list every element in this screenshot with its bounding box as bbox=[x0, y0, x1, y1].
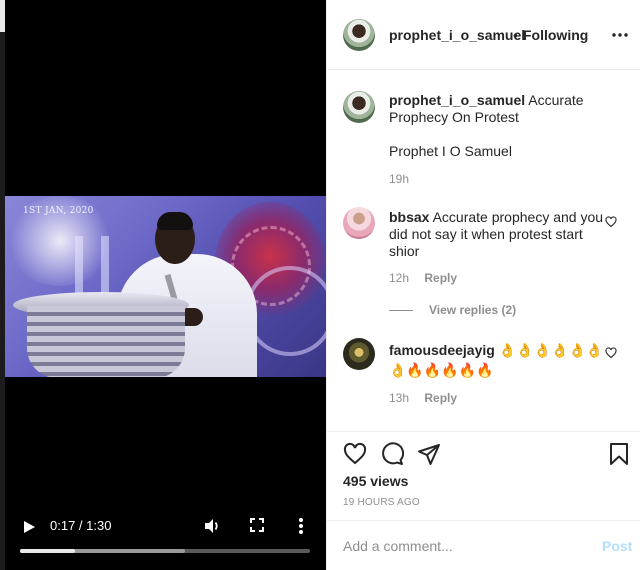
reply-button[interactable]: Reply bbox=[424, 271, 457, 285]
caption: prophet_i_o_samuel Accurate Prophecy On … bbox=[389, 92, 609, 126]
caption-timestamp: 19h bbox=[389, 172, 410, 186]
caption-time: 19h bbox=[389, 172, 409, 186]
reply-button[interactable]: Reply bbox=[424, 391, 457, 405]
post-actions: 495 views 19 HOURS AGO bbox=[327, 431, 640, 517]
view-replies-button[interactable]: View replies (2) bbox=[389, 303, 516, 317]
video-date-stamp: 1ST JAN, 2020 bbox=[23, 206, 94, 216]
post-header: prophet_i_o_samuel • Following bbox=[327, 0, 640, 70]
more-vertical-icon[interactable] bbox=[298, 517, 304, 535]
heart-icon[interactable] bbox=[343, 442, 367, 466]
podium bbox=[27, 306, 185, 377]
separator-dot: • bbox=[513, 27, 518, 43]
progress-played bbox=[20, 549, 76, 553]
comment-box: Post bbox=[327, 520, 640, 570]
fullscreen-icon[interactable] bbox=[250, 518, 264, 532]
share-icon[interactable] bbox=[417, 442, 441, 466]
avatar[interactable] bbox=[343, 91, 375, 123]
video-frame[interactable]: 1ST JAN, 2020 bbox=[5, 196, 326, 377]
comment-username[interactable]: famousdeejayig bbox=[389, 342, 495, 358]
heart-icon[interactable] bbox=[605, 216, 617, 228]
heart-icon[interactable] bbox=[605, 347, 617, 359]
divider-line bbox=[389, 310, 413, 312]
comment-meta: 12h Reply bbox=[389, 271, 457, 285]
author-username[interactable]: prophet_i_o_samuel bbox=[389, 27, 525, 43]
post-panel: prophet_i_o_samuel • Following prophet_i… bbox=[326, 0, 640, 570]
comment-item: famousdeejayig 👌👌👌👌👌👌👌🔥🔥🔥🔥🔥 bbox=[389, 340, 609, 380]
comments-list: prophet_i_o_samuel Accurate Prophecy On … bbox=[327, 71, 640, 431]
post-timestamp: 19 HOURS AGO bbox=[343, 497, 420, 508]
video-player[interactable]: 1ST JAN, 2020 0:17 / 1:30 bbox=[0, 0, 326, 570]
comment-timestamp: 13h bbox=[389, 391, 410, 405]
post-button[interactable]: Post bbox=[602, 538, 632, 554]
video-controls: 0:17 / 1:30 bbox=[0, 506, 326, 570]
video-progress-bar[interactable] bbox=[20, 549, 310, 553]
video-time: 0:17 / 1:30 bbox=[50, 518, 112, 533]
avatar[interactable] bbox=[343, 19, 375, 51]
bookmark-icon[interactable] bbox=[607, 442, 631, 466]
caption-username[interactable]: prophet_i_o_samuel bbox=[389, 92, 525, 108]
more-horizontal-icon[interactable] bbox=[611, 26, 629, 44]
avatar[interactable] bbox=[343, 338, 375, 370]
comment-icon[interactable] bbox=[380, 442, 404, 466]
comment-timestamp: 12h bbox=[389, 271, 410, 285]
comment-input[interactable] bbox=[343, 535, 583, 557]
comment-item: bbsax Accurate prophecy and you did not … bbox=[389, 209, 609, 260]
avatar[interactable] bbox=[343, 207, 375, 239]
view-replies-label: View replies (2) bbox=[429, 303, 517, 317]
speaker-hair bbox=[157, 212, 193, 230]
comment-meta: 13h Reply bbox=[389, 391, 457, 405]
comment-username[interactable]: bbsax bbox=[389, 209, 429, 225]
view-count[interactable]: 495 views bbox=[343, 473, 408, 489]
caption-signature: Prophet I O Samuel bbox=[389, 143, 512, 159]
volume-icon[interactable] bbox=[203, 517, 221, 535]
play-icon[interactable] bbox=[22, 520, 36, 534]
following-button[interactable]: Following bbox=[523, 27, 588, 43]
